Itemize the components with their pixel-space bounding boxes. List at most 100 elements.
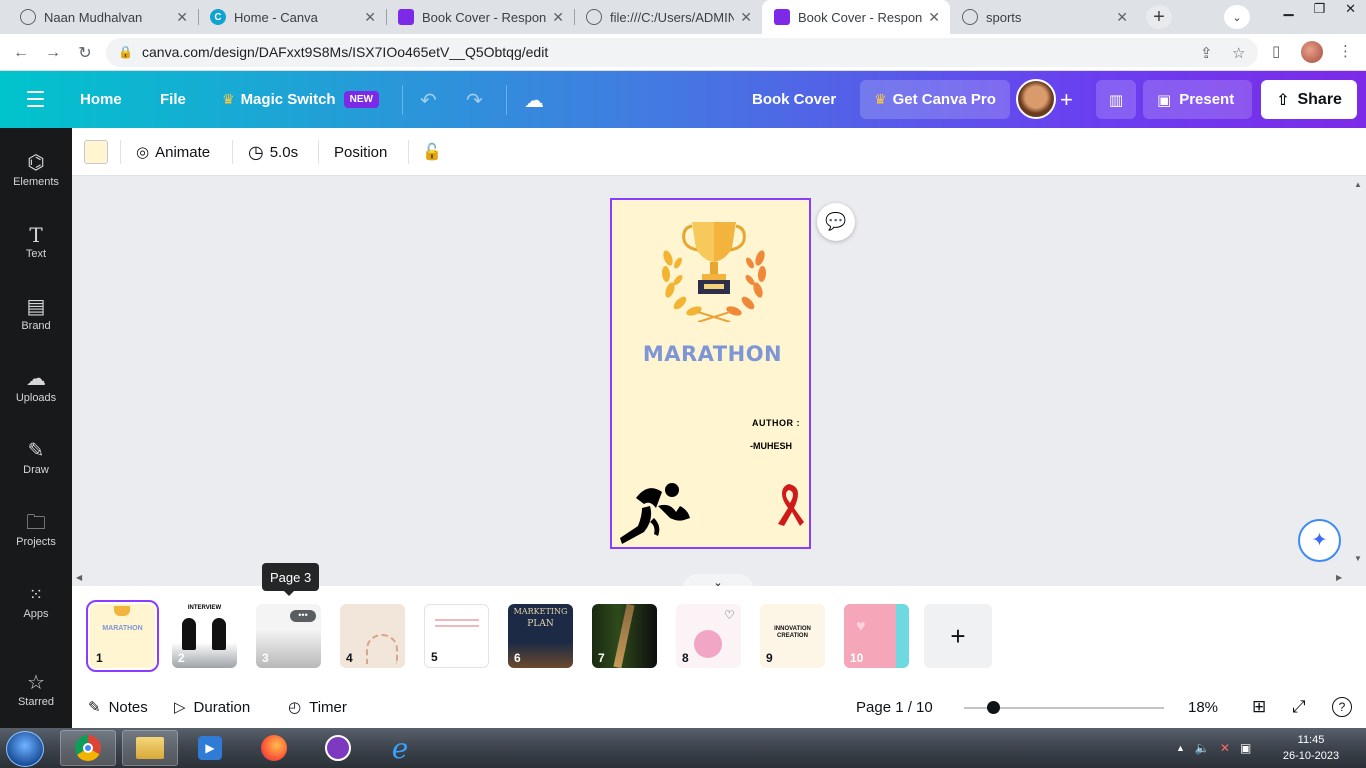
- get-canva-pro-button[interactable]: ♛ Get Canva Pro: [860, 80, 1010, 119]
- invite-plus-icon[interactable]: +: [1060, 71, 1073, 128]
- page-indicator[interactable]: Page 1 / 10: [856, 686, 933, 728]
- close-tab-icon[interactable]: ✕: [740, 9, 752, 26]
- more-options-icon[interactable]: •••: [290, 610, 316, 622]
- page-thumb-1[interactable]: MARATHON 1: [86, 600, 159, 672]
- page-thumb-8[interactable]: ♡ 8: [676, 604, 741, 668]
- insights-button[interactable]: ▥: [1096, 80, 1136, 119]
- show-hidden-icons[interactable]: ▲: [1176, 743, 1185, 753]
- scroll-right-icon[interactable]: ▶: [1336, 573, 1342, 582]
- rail-draw[interactable]: ✎ Draw: [0, 438, 72, 498]
- internet-explorer-taskbar-icon[interactable]: e: [372, 730, 428, 766]
- fullscreen-icon[interactable]: ⤢: [1292, 686, 1306, 728]
- runner-graphic[interactable]: [614, 478, 698, 548]
- share-page-icon[interactable]: ⇪: [1200, 44, 1213, 62]
- rail-brand[interactable]: ▤ Brand: [0, 294, 72, 354]
- cloud-saved-icon[interactable]: ☁: [524, 88, 544, 113]
- browser-tab-1[interactable]: Naan Mudhalvan ✕: [8, 0, 198, 34]
- back-icon[interactable]: ←: [10, 42, 32, 64]
- user-avatar[interactable]: [1016, 79, 1056, 119]
- rail-uploads[interactable]: ☁ Uploads: [0, 366, 72, 426]
- undo-icon[interactable]: ↶: [420, 88, 437, 113]
- add-comment-button[interactable]: 💬: [817, 203, 855, 241]
- close-tab-icon[interactable]: ✕: [176, 9, 188, 26]
- close-tab-icon[interactable]: ✕: [1116, 9, 1128, 26]
- minimize-icon[interactable]: ▁: [1283, 1, 1293, 17]
- present-button[interactable]: ▣ Present: [1143, 80, 1252, 119]
- rail-apps[interactable]: ⁙ Apps: [0, 582, 72, 642]
- scroll-left-icon[interactable]: ◀: [76, 573, 82, 582]
- timer-button[interactable]: ◴ Timer: [288, 686, 347, 728]
- page-thumb-2[interactable]: INTERVIEW 2: [172, 604, 237, 668]
- scroll-up-icon[interactable]: ▲: [1354, 180, 1362, 189]
- rail-elements[interactable]: ⌬ Elements: [0, 150, 72, 210]
- rail-starred[interactable]: ☆ Starred: [0, 670, 72, 730]
- omnibox[interactable]: 🔒 canva.com/design/DAFxxt9S8Ms/ISX7IOo46…: [106, 38, 1258, 67]
- browser-tab-4[interactable]: file:///C:/Users/ADMIN/ ✕: [574, 0, 762, 34]
- design-author-label[interactable]: AUTHOR :: [752, 418, 800, 428]
- close-tab-icon[interactable]: ✕: [928, 9, 940, 26]
- network-icon[interactable]: ✕: [1220, 741, 1230, 755]
- background-color-swatch[interactable]: [84, 140, 108, 164]
- position-button[interactable]: Position: [334, 128, 387, 176]
- design-title-text[interactable]: MARATHON: [612, 342, 809, 366]
- redo-icon[interactable]: ↷: [466, 88, 483, 113]
- page-thumb-7[interactable]: 7: [592, 604, 657, 668]
- firefox-taskbar-icon[interactable]: [246, 730, 302, 766]
- browser-tab-6[interactable]: sports ✕: [950, 0, 1138, 34]
- tor-browser-taskbar-icon[interactable]: [310, 730, 366, 766]
- page-thumb-9[interactable]: INNOVATION CREATION 9: [760, 604, 825, 668]
- close-window-icon[interactable]: ✕: [1345, 1, 1356, 17]
- vertical-scrollbar[interactable]: ▲ ▼: [1350, 176, 1366, 586]
- browser-menu-icon[interactable]: ⋮: [1338, 42, 1353, 60]
- close-tab-icon[interactable]: ✕: [552, 9, 564, 26]
- media-player-taskbar-icon[interactable]: ▶: [182, 730, 238, 766]
- taskbar-clock[interactable]: 11:45 26-10-2023: [1275, 732, 1347, 764]
- url-text[interactable]: canva.com/design/DAFxxt9S8Ms/ISX7IOo465e…: [142, 44, 548, 60]
- lock-icon[interactable]: 🔒: [118, 45, 133, 59]
- zoom-percentage[interactable]: 18%: [1188, 686, 1218, 728]
- lock-button[interactable]: 🔓: [422, 128, 442, 176]
- volume-icon[interactable]: 🔈: [1195, 741, 1210, 755]
- browser-profile-avatar[interactable]: [1301, 41, 1323, 63]
- bookmark-star-icon[interactable]: ☆: [1232, 44, 1245, 62]
- home-button[interactable]: Home: [80, 71, 122, 128]
- page-thumb-5[interactable]: 5: [424, 604, 489, 668]
- design-title[interactable]: Book Cover: [752, 71, 836, 128]
- red-ribbon-graphic[interactable]: [772, 482, 806, 526]
- menu-icon[interactable]: [27, 91, 44, 107]
- share-button[interactable]: ⇧ Share: [1261, 80, 1357, 119]
- browser-tab-5[interactable]: Book Cover - Responsiv ✕: [762, 0, 950, 34]
- animate-button[interactable]: ◎ Animate: [136, 128, 210, 176]
- rail-text[interactable]: T Text: [0, 222, 72, 282]
- duration-button[interactable]: ◷ 5.0s: [248, 128, 298, 176]
- duration-footer-button[interactable]: ▷ Duration: [174, 686, 250, 728]
- file-explorer-taskbar-icon[interactable]: [122, 730, 178, 766]
- trophy-laurel-graphic[interactable]: [658, 218, 770, 322]
- browser-tab-3[interactable]: Book Cover - Responsiv ✕: [386, 0, 574, 34]
- close-tab-icon[interactable]: ✕: [364, 9, 376, 26]
- page-thumb-6[interactable]: MARKETING PLAN 6: [508, 604, 573, 668]
- chrome-taskbar-icon[interactable]: [60, 730, 116, 766]
- page-thumb-10[interactable]: ♥ 10: [844, 604, 909, 668]
- design-page[interactable]: MARATHON AUTHOR : -MUHESH: [610, 198, 811, 549]
- magic-switch-button[interactable]: ♛ Magic Switch NEW: [222, 71, 379, 128]
- file-menu-button[interactable]: File: [160, 71, 186, 128]
- tab-search-button[interactable]: ⌄: [1224, 5, 1250, 29]
- help-button[interactable]: ?: [1332, 686, 1352, 728]
- forward-icon[interactable]: →: [42, 42, 64, 64]
- notes-button[interactable]: ✎ Notes: [88, 686, 148, 728]
- reload-icon[interactable]: ↻: [74, 42, 96, 64]
- zoom-slider-handle[interactable]: [987, 701, 1000, 714]
- start-button[interactable]: [6, 731, 44, 767]
- grid-view-icon[interactable]: ⊞: [1252, 686, 1266, 728]
- maximize-icon[interactable]: ❐: [1313, 1, 1325, 17]
- side-panel-icon[interactable]: ▯: [1272, 42, 1280, 60]
- action-center-icon[interactable]: ▣: [1240, 741, 1251, 755]
- new-tab-button[interactable]: +: [1146, 5, 1172, 29]
- scroll-down-icon[interactable]: ▼: [1354, 554, 1362, 563]
- page-thumb-3[interactable]: ••• 3: [256, 604, 321, 668]
- canva-assistant-button[interactable]: ✦: [1298, 519, 1341, 562]
- design-author-name[interactable]: -MUHESH: [750, 441, 792, 451]
- rail-projects[interactable]: 🗀 Projects: [0, 510, 72, 570]
- page-thumb-4[interactable]: 4: [340, 604, 405, 668]
